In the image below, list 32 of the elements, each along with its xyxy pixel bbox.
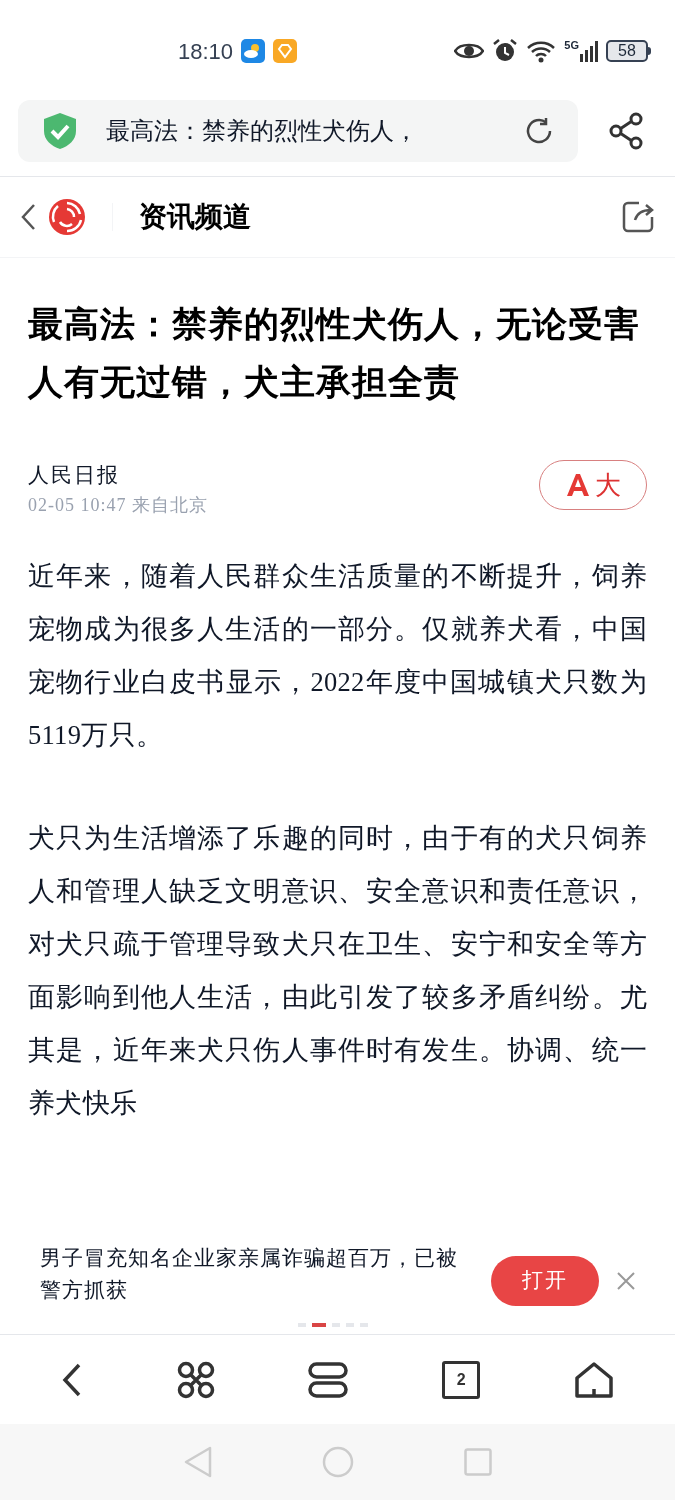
article-paragraph: 近年来，随着人民群众生活质量的不断提升，饲养宠物成为很多人生活的一部分。仅就养犬看，中国宠物行业白皮书显示，2022年度中国城镇犬只数为5119万只。 bbox=[28, 560, 647, 752]
share-icon[interactable] bbox=[608, 112, 644, 150]
article-title: 最高法：禁养的烈性犬伤人，无论受害人有无过错，犬主承担全责 bbox=[28, 304, 641, 404]
address-text: 最高法：禁养的烈性犬伤人， bbox=[106, 117, 418, 146]
article-source: 人民日报 bbox=[28, 462, 121, 489]
alarm-icon bbox=[492, 38, 519, 64]
open-button[interactable]: 打开 bbox=[491, 1256, 599, 1306]
tabs-button[interactable]: 2 bbox=[442, 1361, 481, 1399]
channel-title: 资讯频道 bbox=[139, 200, 251, 234]
shield-check-icon bbox=[42, 112, 78, 150]
wifi-icon bbox=[526, 39, 557, 63]
eye-icon bbox=[454, 41, 485, 61]
font-size-button[interactable]: 大 bbox=[539, 460, 647, 510]
article-meta: 02-05 10:47 来自北京 bbox=[28, 494, 208, 517]
back-icon[interactable] bbox=[60, 1362, 83, 1398]
weather-icon bbox=[241, 39, 266, 63]
article-paragraph: 犬只为生活增添了乐趣的同时，由于有的犬只饲养人和管理人缺乏文明意识、安全意识和责任意识，对犬只疏于管理导致犬只在卫生、安宁和安全等方面影响到他人生活，由此引发了较多矛盾纠纷。尤其是，近年来犬只伤人事件时有发生。协调、统一养犬快乐 bbox=[28, 822, 647, 1120]
signal-icon bbox=[580, 40, 600, 62]
menu-icon[interactable] bbox=[308, 1362, 349, 1398]
close-icon[interactable] bbox=[617, 1272, 635, 1290]
banner-headline: 男子冒充知名企业家亲属诈骗超百万，已被警方抓获 bbox=[40, 1245, 459, 1304]
home-icon[interactable] bbox=[574, 1361, 615, 1399]
address-bar[interactable]: 最高法：禁养的烈性犬伤人， bbox=[18, 100, 578, 162]
font-letter-icon bbox=[565, 472, 591, 498]
command-icon[interactable] bbox=[176, 1361, 215, 1399]
back-icon[interactable] bbox=[20, 203, 36, 231]
reload-icon[interactable] bbox=[524, 116, 554, 146]
swirl-logo-icon bbox=[48, 198, 86, 236]
network-label: 5G bbox=[564, 40, 579, 51]
forward-share-icon[interactable] bbox=[621, 200, 655, 234]
status-time: 18:10 bbox=[178, 37, 234, 66]
battery-indicator: 58 bbox=[606, 40, 651, 62]
